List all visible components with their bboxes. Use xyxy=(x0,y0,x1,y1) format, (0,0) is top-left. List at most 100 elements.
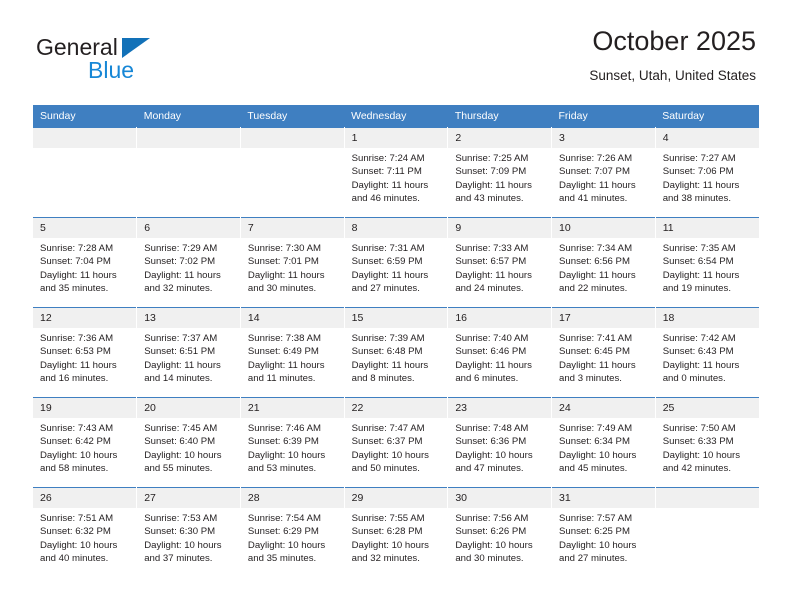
daylight-text: Daylight: 11 hours and 8 minutes. xyxy=(351,359,429,385)
logo-text-blue: Blue xyxy=(88,57,135,83)
day-number: 8 xyxy=(344,218,448,238)
sunset-text: Sunset: 6:28 PM xyxy=(351,526,423,538)
sunrise-text: Sunrise: 7:47 AM xyxy=(351,423,425,434)
calendar-week-row: 12 Sunrise: 7:36 AM Sunset: 6:53 PM Dayl… xyxy=(33,307,759,398)
day-details: Sunrise: 7:55 AM Sunset: 6:28 PM Dayligh… xyxy=(345,508,448,566)
day-cell[interactable]: 5 Sunrise: 7:28 AM Sunset: 7:04 PM Dayli… xyxy=(33,217,138,308)
day-cell[interactable]: 22 Sunrise: 7:47 AM Sunset: 6:37 PM Dayl… xyxy=(344,397,449,488)
day-details: Sunrise: 7:43 AM Sunset: 6:42 PM Dayligh… xyxy=(33,418,136,476)
page-title: October 2025 xyxy=(592,26,756,56)
day-cell[interactable]: 9 Sunrise: 7:33 AM Sunset: 6:57 PM Dayli… xyxy=(447,217,553,308)
weekday-header-friday: Friday xyxy=(551,105,656,128)
day-cell[interactable]: 2 Sunrise: 7:25 AM Sunset: 7:09 PM Dayli… xyxy=(447,127,553,218)
day-cell[interactable]: 13 Sunrise: 7:37 AM Sunset: 6:51 PM Dayl… xyxy=(136,307,241,398)
sunrise-text: Sunrise: 7:51 AM xyxy=(40,513,114,524)
day-cell[interactable]: 30 Sunrise: 7:56 AM Sunset: 6:26 PM Dayl… xyxy=(447,487,553,578)
sunset-text: Sunset: 6:43 PM xyxy=(662,346,734,358)
day-number: 10 xyxy=(552,218,655,238)
day-number xyxy=(240,128,344,148)
weekday-header-monday: Monday xyxy=(136,105,241,128)
day-cell[interactable]: 27 Sunrise: 7:53 AM Sunset: 6:30 PM Dayl… xyxy=(136,487,241,578)
sunset-text: Sunset: 6:30 PM xyxy=(144,526,216,538)
day-details: Sunrise: 7:30 AM Sunset: 7:01 PM Dayligh… xyxy=(241,238,344,296)
day-number xyxy=(137,128,240,148)
day-cell[interactable]: 25 Sunrise: 7:50 AM Sunset: 6:33 PM Dayl… xyxy=(655,397,759,488)
day-cell[interactable]: 15 Sunrise: 7:39 AM Sunset: 6:48 PM Dayl… xyxy=(344,307,449,398)
day-cell[interactable]: 17 Sunrise: 7:41 AM Sunset: 6:45 PM Dayl… xyxy=(551,307,656,398)
sunset-text: Sunset: 6:45 PM xyxy=(559,346,630,358)
day-cell[interactable]: 23 Sunrise: 7:48 AM Sunset: 6:36 PM Dayl… xyxy=(447,397,553,488)
sunrise-text: Sunrise: 7:35 AM xyxy=(662,243,736,254)
daylight-text: Daylight: 11 hours and 46 minutes. xyxy=(351,179,429,205)
day-details: Sunrise: 7:50 AM Sunset: 6:33 PM Dayligh… xyxy=(656,418,759,476)
sunset-text: Sunset: 6:33 PM xyxy=(662,436,734,448)
day-cell[interactable]: 3 Sunrise: 7:26 AM Sunset: 7:07 PM Dayli… xyxy=(551,127,656,218)
sunrise-text: Sunrise: 7:25 AM xyxy=(455,153,529,164)
sunset-text: Sunset: 6:54 PM xyxy=(662,256,734,268)
calendar-page: General Blue October 2025 Sunset, Utah, … xyxy=(0,0,792,612)
calendar-week-row: 19 Sunrise: 7:43 AM Sunset: 6:42 PM Dayl… xyxy=(33,397,759,488)
daylight-text: Daylight: 11 hours and 6 minutes. xyxy=(455,359,532,385)
day-cell[interactable]: 19 Sunrise: 7:43 AM Sunset: 6:42 PM Dayl… xyxy=(33,397,138,488)
sunset-text: Sunset: 7:01 PM xyxy=(247,256,319,268)
day-cell[interactable]: 26 Sunrise: 7:51 AM Sunset: 6:32 PM Dayl… xyxy=(33,487,138,578)
sunrise-text: Sunrise: 7:37 AM xyxy=(144,333,218,344)
day-details: Sunrise: 7:31 AM Sunset: 6:59 PM Dayligh… xyxy=(345,238,448,296)
day-cell[interactable]: 11 Sunrise: 7:35 AM Sunset: 6:54 PM Dayl… xyxy=(655,217,759,308)
sunset-text: Sunset: 6:56 PM xyxy=(559,256,630,268)
weekday-header-wednesday: Wednesday xyxy=(344,105,448,128)
sunset-text: Sunset: 6:34 PM xyxy=(559,436,630,448)
day-cell[interactable]: 20 Sunrise: 7:45 AM Sunset: 6:40 PM Dayl… xyxy=(136,397,241,488)
day-cell[interactable]: 4 Sunrise: 7:27 AM Sunset: 7:06 PM Dayli… xyxy=(655,127,759,218)
day-cell[interactable] xyxy=(655,487,759,578)
sunrise-text: Sunrise: 7:40 AM xyxy=(455,333,529,344)
day-cell[interactable]: 12 Sunrise: 7:36 AM Sunset: 6:53 PM Dayl… xyxy=(33,307,138,398)
day-cell[interactable]: 29 Sunrise: 7:55 AM Sunset: 6:28 PM Dayl… xyxy=(344,487,449,578)
day-details: Sunrise: 7:28 AM Sunset: 7:04 PM Dayligh… xyxy=(33,238,136,296)
day-cell[interactable]: 7 Sunrise: 7:30 AM Sunset: 7:01 PM Dayli… xyxy=(240,217,345,308)
day-cell[interactable] xyxy=(240,127,345,218)
day-details xyxy=(33,148,136,152)
day-cell[interactable]: 14 Sunrise: 7:38 AM Sunset: 6:49 PM Dayl… xyxy=(240,307,345,398)
day-details: Sunrise: 7:48 AM Sunset: 6:36 PM Dayligh… xyxy=(448,418,551,476)
sunset-text: Sunset: 6:29 PM xyxy=(247,526,319,538)
sunset-text: Sunset: 6:59 PM xyxy=(351,256,423,268)
day-cell[interactable]: 6 Sunrise: 7:29 AM Sunset: 7:02 PM Dayli… xyxy=(136,217,241,308)
day-details: Sunrise: 7:39 AM Sunset: 6:48 PM Dayligh… xyxy=(345,328,448,386)
sunrise-text: Sunrise: 7:55 AM xyxy=(351,513,425,524)
weekday-header-row: Sunday Monday Tuesday Wednesday Thursday… xyxy=(33,105,759,128)
sunrise-text: Sunrise: 7:45 AM xyxy=(144,423,218,434)
day-cell[interactable]: 10 Sunrise: 7:34 AM Sunset: 6:56 PM Dayl… xyxy=(551,217,656,308)
day-cell[interactable] xyxy=(136,127,241,218)
day-cell[interactable] xyxy=(33,127,138,218)
sunrise-text: Sunrise: 7:24 AM xyxy=(351,153,425,164)
day-cell[interactable]: 28 Sunrise: 7:54 AM Sunset: 6:29 PM Dayl… xyxy=(240,487,345,578)
sunset-text: Sunset: 6:36 PM xyxy=(455,436,527,448)
day-details: Sunrise: 7:46 AM Sunset: 6:39 PM Dayligh… xyxy=(241,418,344,476)
day-number: 17 xyxy=(552,308,655,328)
day-number: 20 xyxy=(137,398,240,418)
sunset-text: Sunset: 7:11 PM xyxy=(351,166,422,178)
day-cell[interactable]: 16 Sunrise: 7:40 AM Sunset: 6:46 PM Dayl… xyxy=(447,307,553,398)
daylight-text: Daylight: 11 hours and 27 minutes. xyxy=(351,269,429,295)
general-blue-logo[interactable]: General Blue xyxy=(36,34,236,90)
daylight-text: Daylight: 10 hours and 32 minutes. xyxy=(351,539,429,565)
day-details: Sunrise: 7:56 AM Sunset: 6:26 PM Dayligh… xyxy=(448,508,551,566)
day-number: 13 xyxy=(137,308,240,328)
daylight-text: Daylight: 11 hours and 22 minutes. xyxy=(559,269,636,295)
sunrise-text: Sunrise: 7:33 AM xyxy=(455,243,529,254)
day-cell[interactable]: 8 Sunrise: 7:31 AM Sunset: 6:59 PM Dayli… xyxy=(344,217,449,308)
day-number: 28 xyxy=(240,488,344,508)
day-cell[interactable]: 24 Sunrise: 7:49 AM Sunset: 6:34 PM Dayl… xyxy=(551,397,656,488)
day-cell[interactable]: 18 Sunrise: 7:42 AM Sunset: 6:43 PM Dayl… xyxy=(655,307,759,398)
day-cell[interactable]: 1 Sunrise: 7:24 AM Sunset: 7:11 PM Dayli… xyxy=(344,127,449,218)
sunrise-text: Sunrise: 7:50 AM xyxy=(662,423,736,434)
day-number: 4 xyxy=(655,128,759,148)
day-number: 15 xyxy=(344,308,448,328)
sunrise-text: Sunrise: 7:49 AM xyxy=(559,423,633,434)
day-cell[interactable]: 21 Sunrise: 7:46 AM Sunset: 6:39 PM Dayl… xyxy=(240,397,345,488)
day-number: 22 xyxy=(344,398,448,418)
day-cell[interactable]: 31 Sunrise: 7:57 AM Sunset: 6:25 PM Dayl… xyxy=(551,487,656,578)
sunrise-text: Sunrise: 7:46 AM xyxy=(247,423,321,434)
day-details: Sunrise: 7:35 AM Sunset: 6:54 PM Dayligh… xyxy=(656,238,759,296)
